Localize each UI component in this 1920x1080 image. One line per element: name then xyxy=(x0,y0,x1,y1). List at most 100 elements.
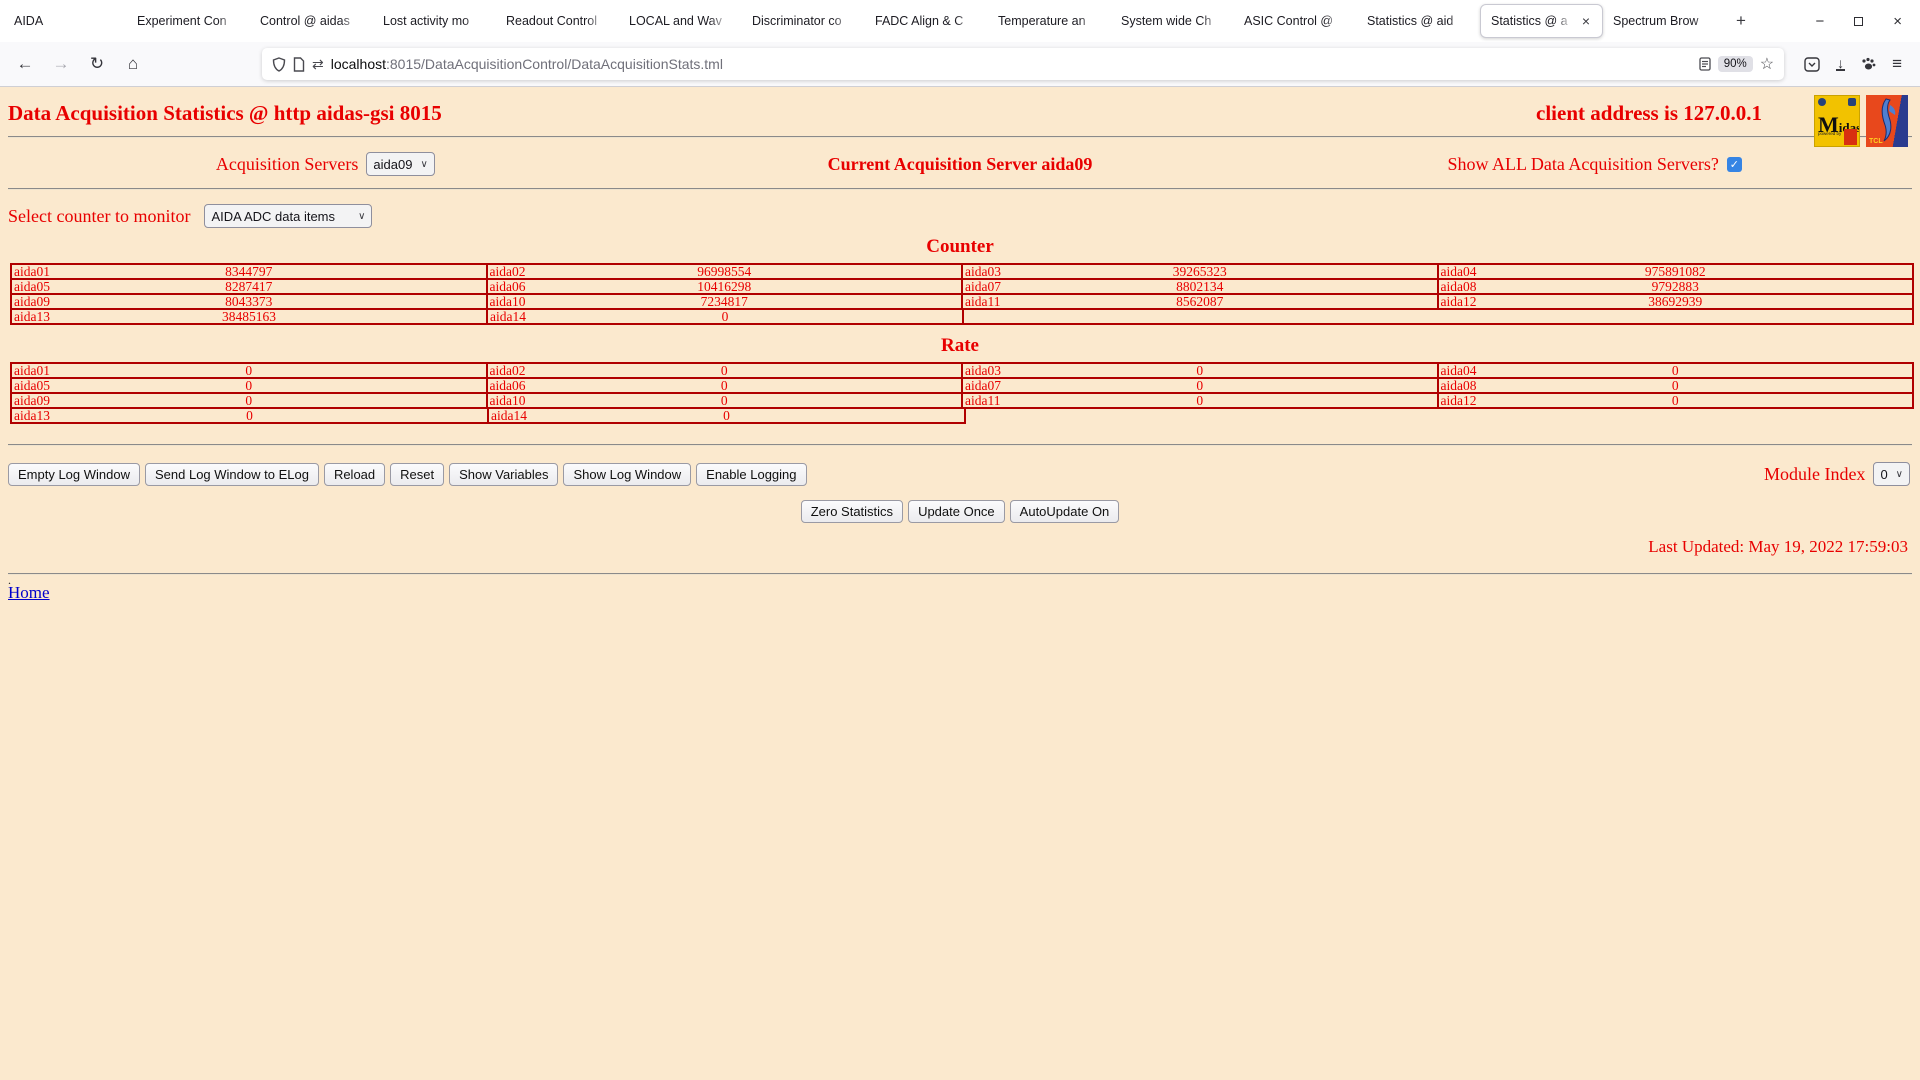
page-title: Data Acquisition Statistics @ http aidas… xyxy=(8,101,442,125)
channel-value: 0 xyxy=(245,393,253,408)
window-controls: − × xyxy=(1797,14,1920,29)
tab-title: Lost activity mo xyxy=(383,14,470,28)
channel-value: 8043373 xyxy=(225,294,273,309)
home-link[interactable]: Home xyxy=(8,583,50,602)
enable-logging-button[interactable]: Enable Logging xyxy=(696,462,807,486)
browser-tab[interactable]: Control @ aidas xyxy=(250,0,373,42)
restore-window-icon[interactable] xyxy=(1854,16,1864,26)
browser-tab[interactable]: ASIC Control @ xyxy=(1234,0,1357,42)
channel-name: aida13 xyxy=(14,309,50,324)
tab-title: FADC Align & C xyxy=(875,14,964,28)
channel-value: 38485163 xyxy=(222,309,276,324)
channel-name: aida11 xyxy=(965,393,1001,408)
select-counter-label: Select counter to monitor xyxy=(8,205,191,226)
browser-tab[interactable]: AIDA xyxy=(4,0,127,42)
pocket-save-icon[interactable] xyxy=(1804,56,1820,72)
tcl-powered-logo: TCL xyxy=(1866,95,1908,147)
reader-mode-icon[interactable] xyxy=(1699,57,1711,71)
extension-footprint-icon[interactable] xyxy=(1861,57,1876,72)
minimize-window-icon[interactable]: − xyxy=(1815,14,1824,29)
channel-value: 0 xyxy=(245,363,253,378)
midas-logo-feather xyxy=(1844,129,1857,145)
browser-tab[interactable]: Statistics @ aid xyxy=(1357,0,1480,42)
menu-hamburger-icon[interactable]: ≡ xyxy=(1892,54,1902,74)
url-path: :8015/DataAcquisitionControl/DataAcquisi… xyxy=(386,56,723,72)
new-tab-button[interactable]: + xyxy=(1726,6,1756,36)
divider xyxy=(8,188,1912,190)
reset-button[interactable]: Reset xyxy=(390,462,445,486)
channel-value: 39265323 xyxy=(1172,264,1227,279)
channel-value: 975891082 xyxy=(1644,264,1706,279)
show-variables-button[interactable]: Show Variables xyxy=(449,462,559,486)
site-info-swap-icon[interactable]: ⇄ xyxy=(312,56,324,73)
page-header: Data Acquisition Statistics @ http aidas… xyxy=(8,101,1912,126)
zoom-level-badge[interactable]: 90% xyxy=(1717,56,1753,72)
browser-tab[interactable]: System wide Ch xyxy=(1111,0,1234,42)
browser-tab[interactable]: Readout Control xyxy=(496,0,619,42)
back-icon[interactable]: ← xyxy=(8,49,42,79)
chevron-down-icon: ∨ xyxy=(420,158,428,170)
zero-statistics-button[interactable]: Zero Statistics xyxy=(800,500,904,523)
channel-value: 0 xyxy=(246,408,253,423)
forward-icon[interactable]: → xyxy=(44,49,78,79)
tab-title: System wide Ch xyxy=(1121,14,1212,28)
browser-tab[interactable]: Discriminator co xyxy=(742,0,865,42)
channel-cell: aida14 0 xyxy=(486,308,964,325)
channel-cell: aida14 0 xyxy=(487,407,966,424)
channel-name: aida08 xyxy=(1440,279,1477,294)
channel-name: aida05 xyxy=(14,378,50,393)
browser-tab[interactable]: Experiment Con xyxy=(127,0,250,42)
tab-close-icon[interactable]: × xyxy=(1580,13,1592,29)
show-all-checkbox[interactable]: ✓ xyxy=(1726,156,1742,172)
browser-tab[interactable]: Statistics @ a × xyxy=(1480,4,1603,38)
close-window-icon[interactable]: × xyxy=(1893,14,1902,29)
tab-title: Readout Control xyxy=(506,14,598,28)
autoupdate-on-button[interactable]: AutoUpdate On xyxy=(1009,500,1120,523)
channel-name: aida13 xyxy=(14,408,50,423)
send-log-window-to-elog-button[interactable]: Send Log Window to ELog xyxy=(145,462,319,486)
channel-value: 0 xyxy=(1196,378,1204,393)
acquisition-server-select[interactable]: aida09 ∨ xyxy=(366,152,435,176)
chevron-down-icon: ∨ xyxy=(1895,468,1903,480)
counter-monitor-select[interactable]: AIDA ADC data items ∨ xyxy=(204,204,373,228)
empty-cell xyxy=(964,407,1914,424)
tab-title: Statistics @ aid xyxy=(1367,14,1454,28)
channel-value: 0 xyxy=(721,309,729,324)
browser-tab[interactable]: Spectrum Brow xyxy=(1603,0,1726,42)
channel-cell: aida13 38485163 xyxy=(10,308,488,325)
channel-value: 0 xyxy=(245,378,253,393)
browser-tab[interactable]: LOCAL and Wav xyxy=(619,0,742,42)
browser-tab[interactable]: Lost activity mo xyxy=(373,0,496,42)
channel-value: 96998554 xyxy=(697,264,752,279)
update-once-button[interactable]: Update Once xyxy=(908,500,1005,523)
page-content: Midas powered by TCL Data Acquisition St… xyxy=(0,87,1920,1080)
channel-value: 0 xyxy=(1196,393,1204,408)
home-icon[interactable]: ⌂ xyxy=(116,49,150,79)
channel-name: aida05 xyxy=(14,279,50,294)
channel-value: 0 xyxy=(1671,393,1679,408)
browser-tab[interactable]: Temperature an xyxy=(988,0,1111,42)
url-bar[interactable]: ⇄ localhost:8015/DataAcquisitionControl/… xyxy=(262,48,1785,80)
bookmark-star-icon[interactable]: ☆ xyxy=(1760,54,1774,74)
servers-row: Acquisition Servers aida09 ∨ Current Acq… xyxy=(8,152,1912,176)
page-icon[interactable] xyxy=(293,56,305,72)
reload-button[interactable]: Reload xyxy=(323,462,386,486)
tab-title: ASIC Control @ xyxy=(1244,14,1334,28)
show-log-window-button[interactable]: Show Log Window xyxy=(563,462,692,486)
navigation-toolbar: ← → ↻ ⌂ ⇄ localhost:8015/DataAcquisition… xyxy=(0,42,1920,87)
shield-icon[interactable] xyxy=(272,56,286,72)
downloads-icon[interactable]: ↓ xyxy=(1836,56,1846,71)
channel-name: aida12 xyxy=(1440,393,1477,408)
logos: Midas powered by TCL xyxy=(1814,95,1908,147)
rate-table: aida01 0 aida02 0 aida03 0 aida04 0 aida05 0 aida0… xyxy=(8,360,1914,426)
tab-title: Discriminator co xyxy=(752,14,842,28)
channel-name: aida01 xyxy=(14,264,50,279)
module-index-select[interactable]: 0 ∨ xyxy=(1873,462,1910,486)
midas-logo: Midas powered by xyxy=(1814,95,1860,147)
channel-name: aida06 xyxy=(489,279,526,294)
channel-value: 8287417 xyxy=(225,279,273,294)
empty-log-window-button[interactable]: Empty Log Window xyxy=(8,462,140,486)
browser-tab[interactable]: FADC Align & C xyxy=(865,0,988,42)
tab-title: Control @ aidas xyxy=(260,14,350,28)
reload-icon[interactable]: ↻ xyxy=(80,49,114,79)
